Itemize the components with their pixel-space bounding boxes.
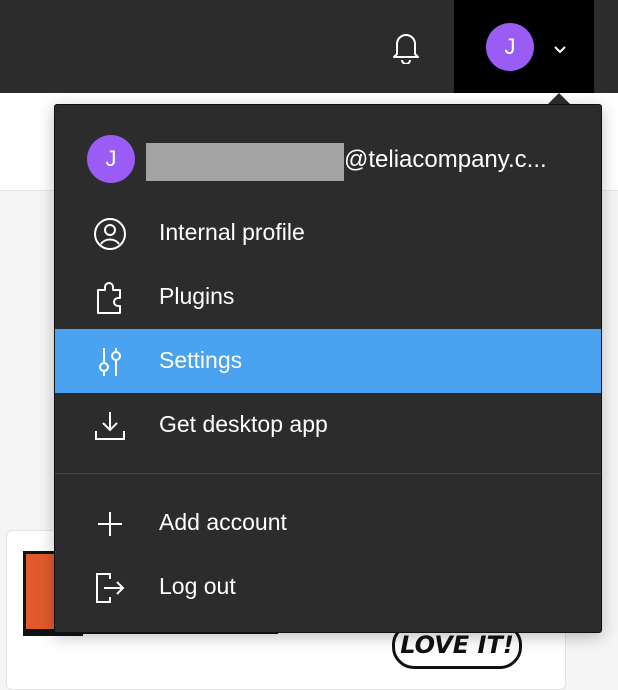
menu-avatar: J [87, 135, 135, 183]
top-bar: J [0, 0, 618, 93]
bell-icon [393, 34, 419, 64]
chevron-down-icon [554, 46, 566, 54]
logout-icon [96, 573, 125, 603]
account-email: @teliacompany.c... [344, 146, 547, 173]
user-circle-icon [94, 218, 126, 250]
menu-item-label: Get desktop app [159, 411, 328, 437]
account-info-row: J @teliacompany.c... [55, 133, 601, 183]
menu-item-add-account[interactable]: Add account [55, 491, 601, 555]
avatar: J [486, 23, 534, 71]
sliders-icon [99, 348, 121, 376]
menu-item-label: Log out [159, 573, 236, 599]
menu-item-get-desktop-app[interactable]: Get desktop app [55, 393, 601, 457]
menu-item-internal-profile[interactable]: Internal profile [55, 201, 601, 265]
menu-divider [55, 473, 601, 474]
account-menu-button[interactable]: J [454, 0, 594, 93]
menu-caret [548, 93, 570, 104]
menu-item-label: Add account [159, 509, 287, 535]
download-icon [95, 412, 125, 440]
menu-item-log-out[interactable]: Log out [55, 555, 601, 619]
plus-icon [98, 512, 122, 536]
menu-item-label: Internal profile [159, 219, 305, 245]
menu-item-label: Settings [159, 347, 243, 373]
redacted-username [146, 143, 344, 181]
notifications-button[interactable] [385, 26, 427, 68]
menu-item-settings[interactable]: Settings [55, 329, 601, 393]
menu-item-label: Plugins [159, 283, 235, 309]
menu-item-plugins[interactable]: Plugins [55, 265, 601, 329]
puzzle-icon [97, 282, 121, 314]
account-dropdown-menu: J @teliacompany.c... Internal profile Pl… [54, 104, 602, 633]
